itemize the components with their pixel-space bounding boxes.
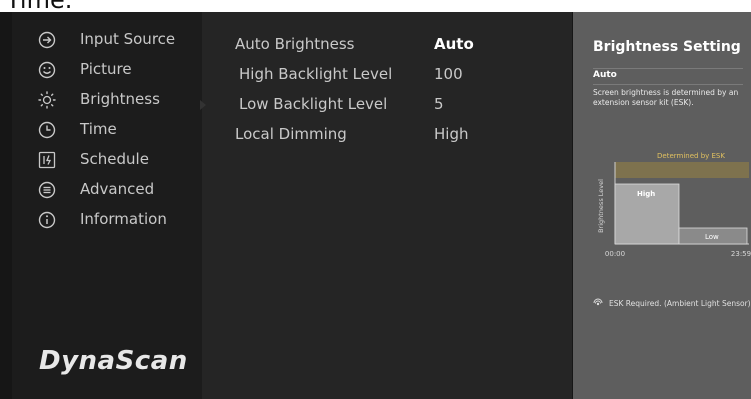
sidebar-item-information[interactable]: Information	[12, 206, 202, 236]
divider	[593, 68, 743, 69]
sidebar-item-label: Picture	[80, 60, 132, 78]
clock-icon	[38, 121, 56, 139]
info-icon	[38, 211, 56, 229]
x-start-label: 00:00	[605, 250, 625, 258]
setting-row-low-backlight-level[interactable]: Low Backlight Level 5	[202, 87, 572, 117]
sensor-icon	[593, 298, 603, 306]
osd-screen: Input Source Picture Brightness Time Sch…	[0, 12, 751, 399]
input-source-icon	[38, 31, 56, 49]
sidebar-item-label: Advanced	[80, 180, 155, 198]
setting-value[interactable]: Auto	[434, 35, 474, 53]
esk-note: ESK Required. (Ambient Light Sensor)	[593, 298, 751, 308]
brand-logo: DynaScan	[39, 346, 188, 376]
help-subtitle: Auto	[593, 70, 617, 80]
setting-row-local-dimming[interactable]: Local Dimming High	[202, 117, 572, 147]
sidebar-item-picture[interactable]: Picture	[12, 56, 202, 86]
settings-panel: Auto Brightness Auto High Backlight Leve…	[200, 12, 572, 399]
sidebar-item-label: Schedule	[80, 150, 149, 168]
sidebar: Input Source Picture Brightness Time Sch…	[12, 12, 202, 399]
top-strip-text: Time.	[6, 0, 72, 12]
low-label: Low	[705, 233, 719, 241]
sidebar-item-label: Information	[80, 210, 167, 228]
advanced-icon	[38, 181, 56, 199]
help-panel: Brightness Setting Auto Screen brightnes…	[573, 12, 751, 399]
sidebar-item-label: Brightness	[80, 90, 160, 108]
high-label: High	[637, 190, 655, 198]
setting-row-high-backlight-level[interactable]: High Backlight Level 100	[202, 57, 572, 87]
setting-label: Local Dimming	[235, 125, 347, 143]
brightness-diagram: Determined by ESK High Low Brightness Le…	[597, 152, 751, 258]
sidebar-item-input-source[interactable]: Input Source	[12, 26, 202, 56]
setting-value[interactable]: High	[434, 125, 468, 143]
setting-value[interactable]: 5	[434, 95, 444, 113]
sidebar-item-label: Time	[80, 120, 117, 138]
esk-band	[615, 162, 749, 178]
schedule-icon	[38, 151, 56, 169]
sidebar-item-brightness[interactable]: Brightness	[12, 86, 202, 116]
setting-row-auto-brightness[interactable]: Auto Brightness Auto	[202, 27, 572, 57]
setting-value[interactable]: 100	[434, 65, 463, 83]
sidebar-item-advanced[interactable]: Advanced	[12, 176, 202, 206]
help-description: Screen brightness is determined by an ex…	[593, 88, 739, 107]
sidebar-item-schedule[interactable]: Schedule	[12, 146, 202, 176]
setting-label: Auto Brightness	[235, 35, 355, 53]
x-end-label: 23:59	[731, 250, 751, 258]
picture-icon	[38, 61, 56, 79]
sidebar-item-label: Input Source	[80, 30, 176, 48]
band-label: Determined by ESK	[657, 152, 725, 160]
y-axis-label: Brightness Level	[597, 179, 605, 233]
brightness-icon	[38, 91, 56, 109]
setting-label: High Backlight Level	[239, 65, 393, 83]
setting-label: Low Backlight Level	[239, 95, 388, 113]
top-strip: Time.	[0, 0, 751, 12]
divider	[593, 84, 743, 85]
help-title: Brightness Setting	[593, 39, 741, 55]
sidebar-item-time[interactable]: Time	[12, 116, 202, 146]
esk-note-text: ESK Required. (Ambient Light Sensor)	[609, 298, 751, 308]
